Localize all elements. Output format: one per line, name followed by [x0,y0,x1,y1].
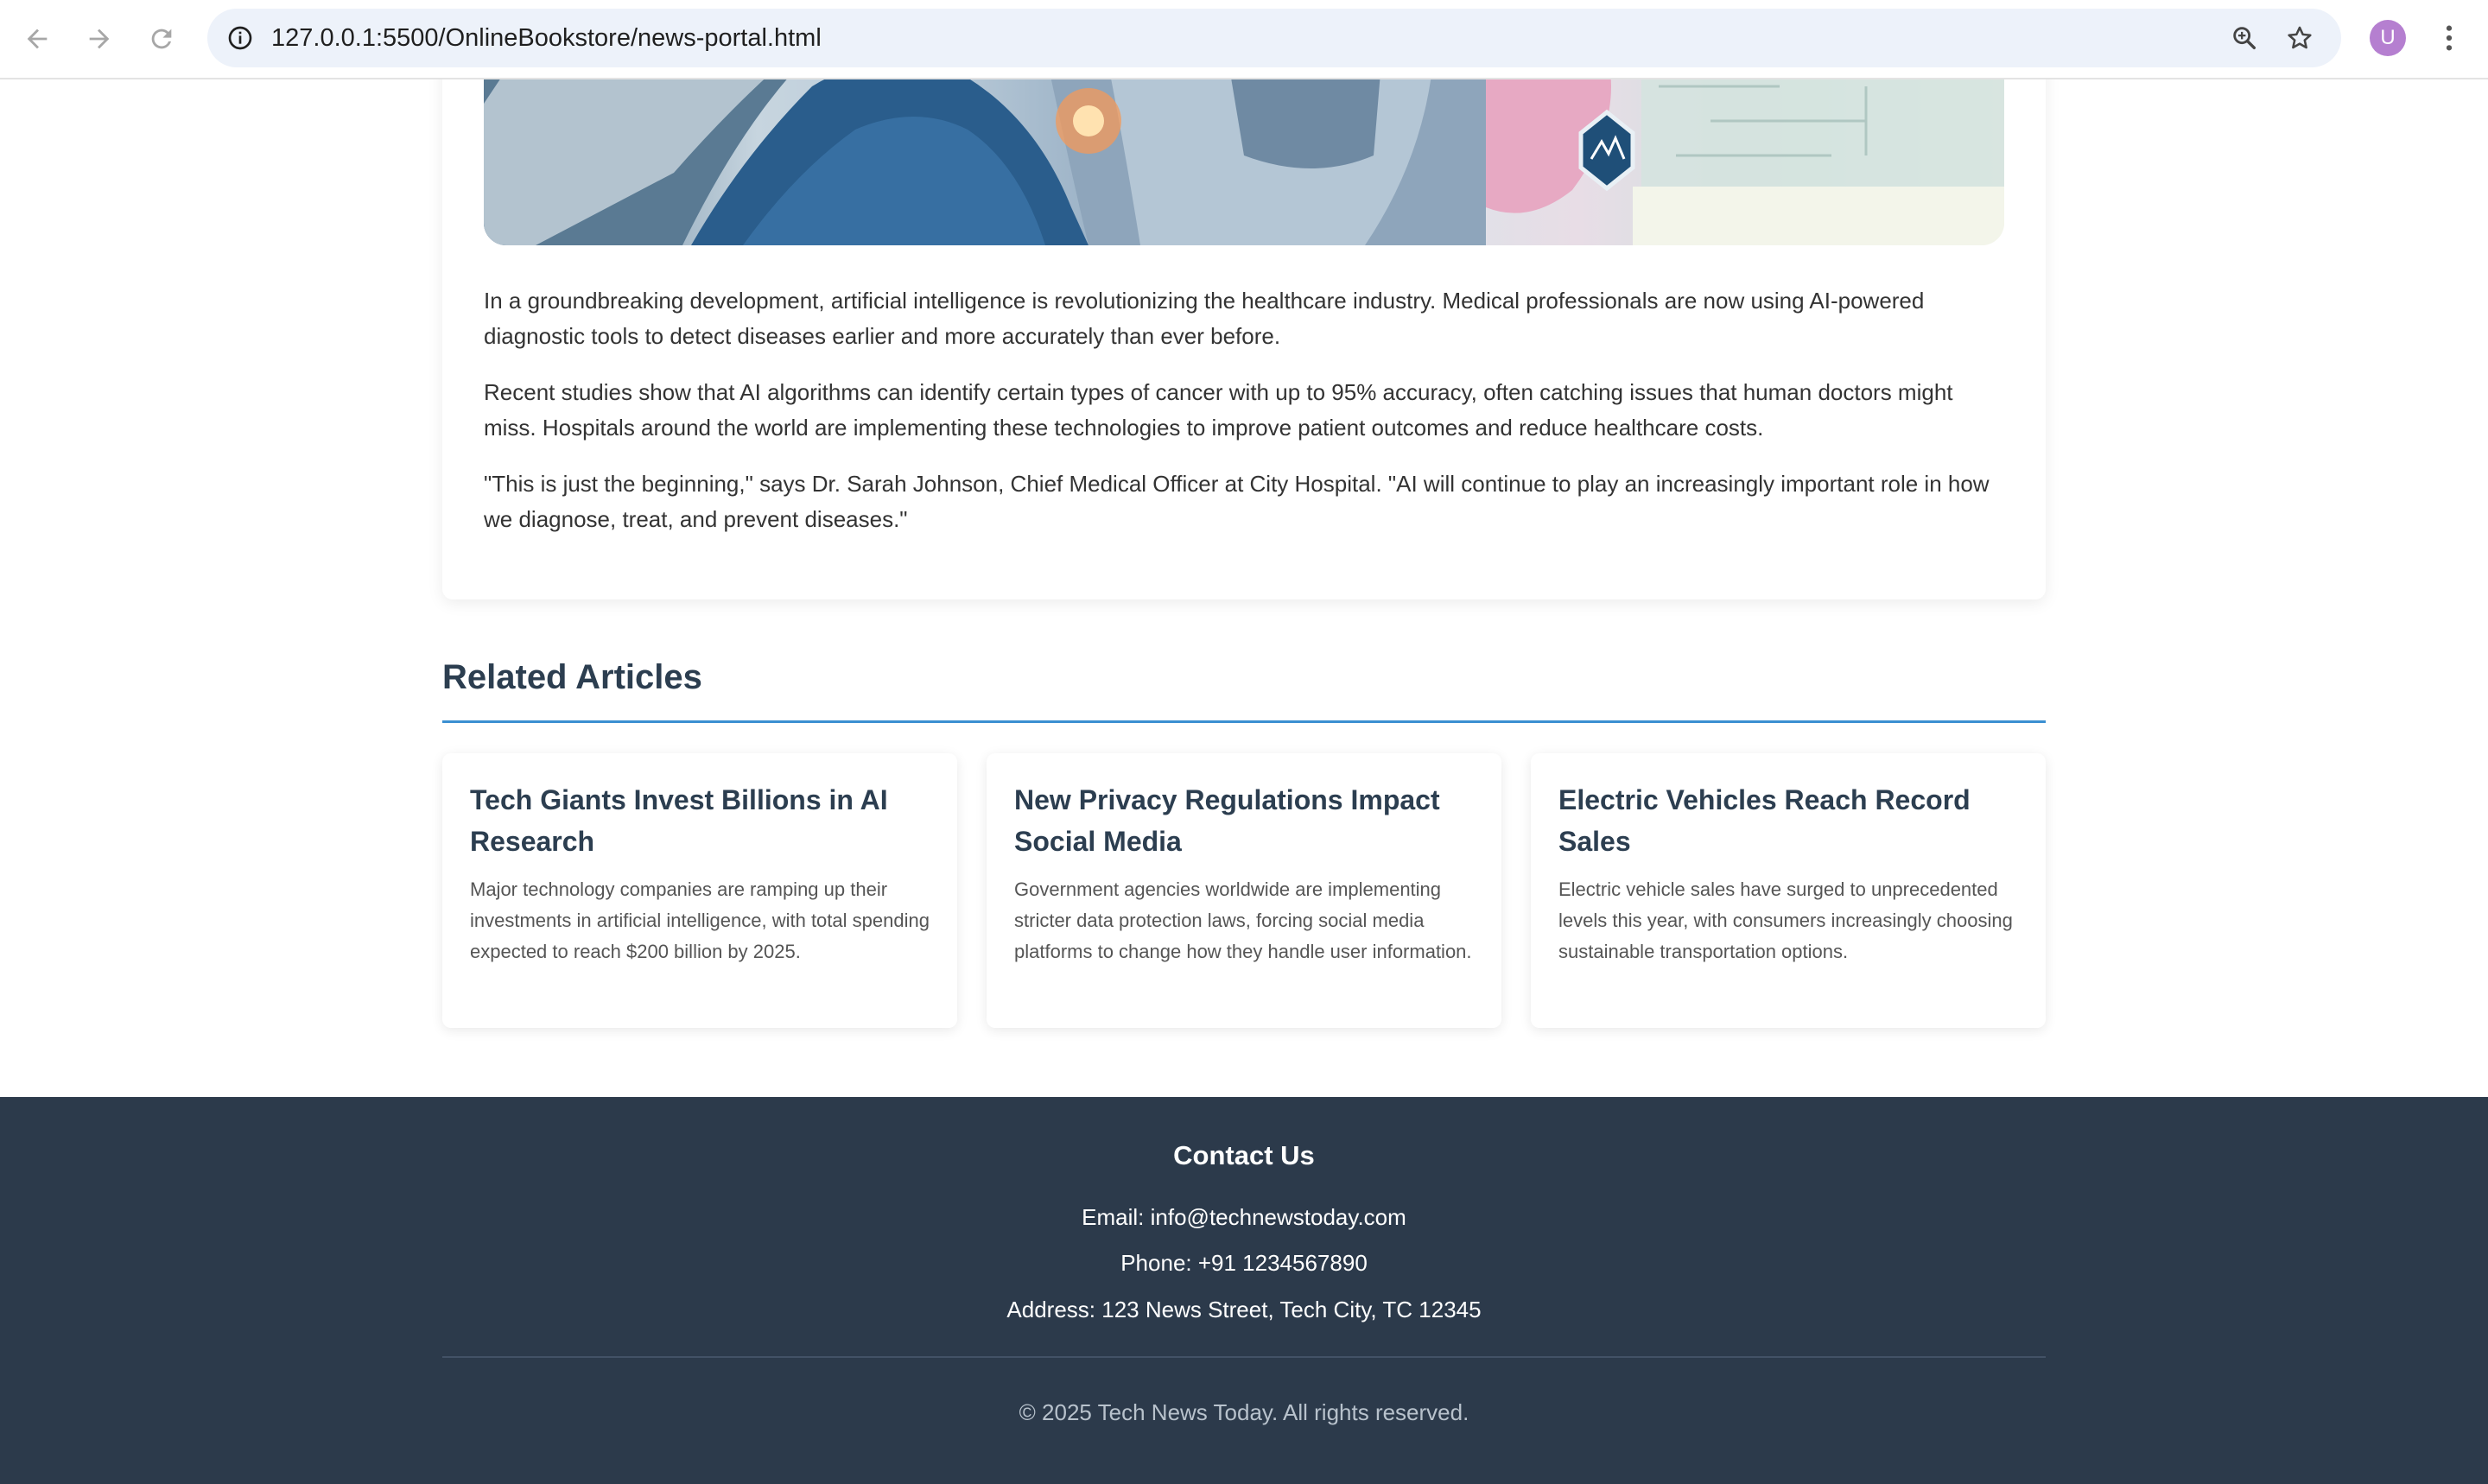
footer-copyright: © 2025 Tech News Today. All rights reser… [1019,1399,1469,1425]
footer-divider [442,1356,2046,1358]
browser-menu-button[interactable] [2432,17,2466,59]
kebab-menu-icon [2446,25,2453,51]
forward-button[interactable] [79,19,119,59]
footer-heading: Contact Us [1173,1140,1315,1170]
related-article-card[interactable]: Electric Vehicles Reach Record Sales Ele… [1531,753,2046,1028]
back-icon [27,29,48,49]
footer-email[interactable]: Email: info@technewstoday.com [0,1204,2488,1231]
zoom-button[interactable] [2224,17,2265,59]
zoom-icon [2233,27,2256,50]
profile-avatar[interactable]: U [2370,20,2406,56]
address-bar[interactable]: 127.0.0.1:5500/OnlineBookstore/news-port… [207,9,2341,67]
footer-address: Address: 123 News Street, Tech City, TC … [1006,1297,1482,1322]
related-article-title[interactable]: Tech Giants Invest Billions in AI Resear… [470,779,930,862]
article-paragraph: "This is just the beginning," says Dr. S… [484,471,1990,532]
browser-toolbar: 127.0.0.1:5500/OnlineBookstore/news-port… [0,0,2488,79]
article-paragraph: Recent studies show that AI algorithms c… [484,379,1953,441]
related-article-title[interactable]: Electric Vehicles Reach Record Sales [1558,779,2018,862]
bookmark-star-icon [2288,26,2312,49]
related-article-summary: Major technology companies are ramping u… [470,878,930,962]
related-articles-heading: Related Articles [442,658,702,696]
reload-button[interactable] [142,19,181,59]
bookmark-button[interactable] [2279,17,2320,59]
article-hero-image [484,52,2004,245]
related-article-summary: Electric vehicle sales have surged to un… [1558,878,2013,962]
article-body: In a groundbreaking development, artific… [484,283,2004,558]
reload-icon [151,29,172,49]
related-article-title[interactable]: New Privacy Regulations Impact Social Me… [1014,779,1474,862]
site-info-button[interactable] [219,17,261,59]
article-paragraph: In a groundbreaking development, artific… [484,288,1925,349]
forward-icon [89,29,110,49]
site-info-icon [228,26,252,50]
section-divider [442,720,2046,723]
related-article-summary: Government agencies worldwide are implem… [1014,878,1472,962]
footer-phone: Phone: +91 1234567890 [1120,1250,1368,1276]
ai-healthcare-illustration [484,52,2004,245]
related-article-card[interactable]: New Privacy Regulations Impact Social Me… [987,753,1501,1028]
back-button[interactable] [17,19,57,59]
site-footer: Contact Us Email: info@technewstoday.com… [0,1097,2488,1484]
related-article-card[interactable]: Tech Giants Invest Billions in AI Resear… [442,753,957,1028]
url-text[interactable]: 127.0.0.1:5500/OnlineBookstore/news-port… [271,9,822,67]
